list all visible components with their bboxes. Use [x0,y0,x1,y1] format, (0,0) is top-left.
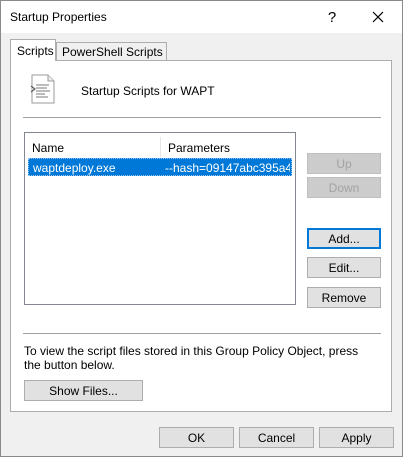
separator [23,117,381,118]
tab-scripts-label: Scripts [17,44,54,58]
show-files-button[interactable]: Show Files... [24,380,143,401]
tab-scripts[interactable]: Scripts [10,39,56,61]
window-title: Startup Properties [10,10,107,24]
up-button[interactable]: Up [307,153,381,174]
ok-button[interactable]: OK [159,427,234,448]
column-header-name[interactable]: Name [25,137,159,157]
title-bar: Startup Properties ? [1,1,402,33]
scripts-list[interactable]: Name Parameters waptdeploy.exe --hash=09… [24,132,296,305]
down-button[interactable]: Down [307,177,381,198]
help-button[interactable]: ? [320,6,344,28]
startup-properties-dialog: Startup Properties ? Scripts PowerShell … [0,0,403,457]
info-text: To view the script files stored in this … [24,344,359,372]
column-header-parameters[interactable]: Parameters [160,137,294,157]
row-name: waptdeploy.exe [33,161,116,175]
tab-powershell-scripts[interactable]: PowerShell Scripts [56,42,167,61]
close-icon [372,11,384,23]
script-document-icon [30,74,55,104]
separator [23,333,381,334]
help-icon: ? [327,8,337,26]
row-parameters: --hash=09147abc395a4... [165,161,290,175]
close-button[interactable] [366,6,390,28]
add-button[interactable]: Add... [307,228,381,249]
remove-button[interactable]: Remove [307,287,381,308]
header-text: Startup Scripts for WAPT [81,84,215,98]
table-row[interactable]: waptdeploy.exe --hash=09147abc395a4... [28,158,292,176]
tab-powershell-scripts-label: PowerShell Scripts [62,45,163,59]
edit-button[interactable]: Edit... [307,257,381,278]
cancel-button[interactable]: Cancel [239,427,314,448]
scripts-tab-panel: Startup Scripts for WAPT Name Parameters… [10,60,392,412]
apply-button[interactable]: Apply [319,427,394,448]
